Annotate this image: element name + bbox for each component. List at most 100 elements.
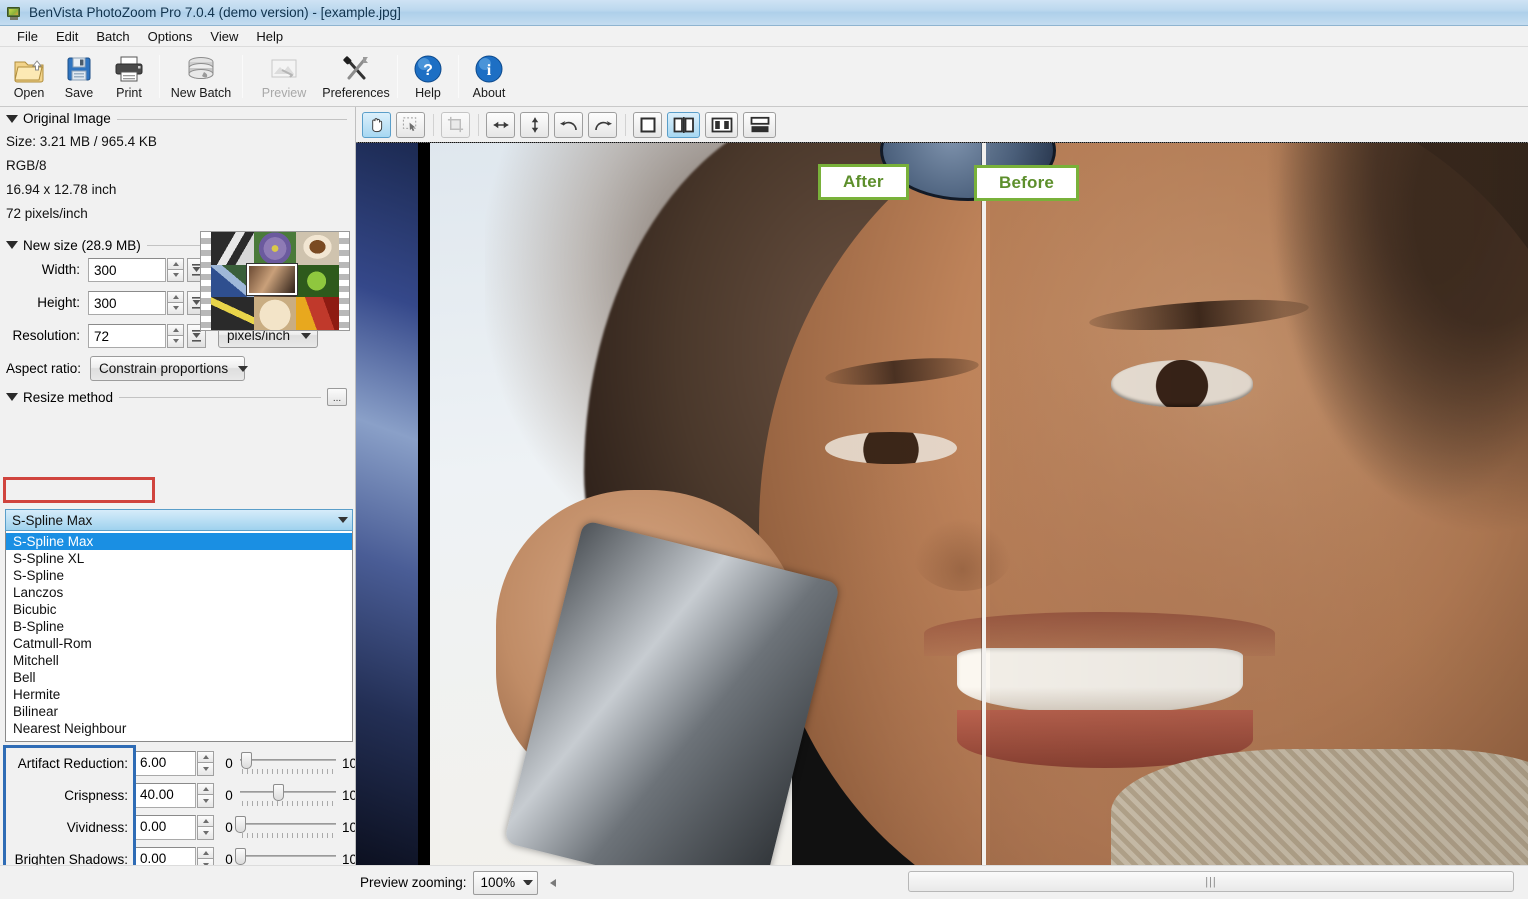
width-stepper[interactable] [167,257,184,282]
collapse-triangle-icon[interactable] [6,114,18,123]
artifact-reduction-stepper[interactable] [197,750,214,776]
main-body: Original Image Size: 3.21 MB / 965.4 KB … [0,107,1528,865]
resize-method-selected-value: S-Spline Max [12,512,93,528]
vividness-slider[interactable] [235,814,336,840]
scroll-left-arrow-icon[interactable] [550,878,557,887]
crispness-stepper-down[interactable] [197,795,214,808]
resolution-stepper-up[interactable] [167,323,184,336]
artifact-reduction-input[interactable]: 6.00 [134,750,196,776]
settings-panel: Original Image Size: 3.21 MB / 965.4 KB … [0,107,356,865]
resize-method-option-catmull-rom[interactable]: Catmull-Rom [6,635,352,652]
resize-method-option-b-spline[interactable]: B-Spline [6,618,352,635]
single-view-button[interactable] [633,111,662,138]
vividness-slider-knob[interactable] [235,816,246,833]
menu-batch[interactable]: Batch [87,27,138,46]
side-by-side-view-button[interactable] [705,111,738,138]
menu-edit[interactable]: Edit [47,27,87,46]
aspect-ratio-label: Aspect ratio: [6,361,82,376]
open-button[interactable]: Open [4,49,54,106]
collapse-triangle-icon-3[interactable] [6,393,18,401]
height-stepper[interactable] [167,290,184,315]
resize-method-option-mitchell[interactable]: Mitchell [6,652,352,669]
resize-method-option-lanczos[interactable]: Lanczos [6,584,352,601]
collapse-triangle-icon-2[interactable] [6,241,18,249]
resize-method-option-s-spline-xl[interactable]: S-Spline XL [6,550,352,567]
horizontal-scrollbar[interactable]: ||| [908,871,1514,892]
about-button[interactable]: i About [464,49,514,106]
resize-method-option-bicubic[interactable]: Bicubic [6,601,352,618]
brighten-shadows-stepper-up[interactable] [197,846,214,859]
artifact-reduction-max: 100 [342,755,355,771]
hand-pan-tool-button[interactable] [362,111,391,138]
resize-method-option-list[interactable]: S-Spline Max S-Spline XL S-Spline Lanczo… [5,531,353,742]
width-stepper-up[interactable] [167,257,184,270]
crispness-input[interactable]: 40.00 [134,782,196,808]
rotate-left-button[interactable] [554,111,583,138]
resolution-stepper[interactable] [167,323,184,348]
thumbnail-selection-rect[interactable] [246,263,298,296]
menu-options[interactable]: Options [139,27,202,46]
before-after-split-line[interactable] [982,143,987,865]
height-input[interactable]: 300 [88,290,166,315]
menu-view[interactable]: View [201,27,247,46]
help-button[interactable]: ? Help [403,49,453,106]
brighten-shadows-slider[interactable] [235,846,336,865]
preview-toolbar-separator [433,113,434,136]
svg-text:?: ? [423,62,433,79]
crispness-slider-knob[interactable] [273,784,285,801]
menu-file[interactable]: File [8,27,47,46]
resize-method-select[interactable]: S-Spline Max [5,509,353,531]
preview-black-divider [418,143,430,865]
crispness-slider[interactable] [240,782,336,808]
open-button-label: Open [13,86,45,100]
rotate-right-button[interactable] [588,111,617,138]
resolution-stepper-down[interactable] [167,335,184,348]
split-view-button[interactable] [667,111,700,138]
new-batch-button[interactable]: New Batch [165,49,237,106]
resolution-input[interactable]: 72 [88,323,166,348]
brighten-shadows-input[interactable]: 0.00 [134,846,196,865]
vividness-input[interactable]: 0.00 [134,814,196,840]
resize-method-option-s-spline-max[interactable]: S-Spline Max [6,533,352,550]
vividness-stepper-up[interactable] [197,814,214,827]
stacked-view-button[interactable] [743,111,776,138]
width-stepper-down[interactable] [167,269,184,282]
width-input[interactable]: 300 [88,257,166,282]
print-button[interactable]: Print [104,49,154,106]
artifact-reduction-slider[interactable] [240,750,336,776]
resize-method-option-bilinear[interactable]: Bilinear [6,703,352,720]
artifact-reduction-slider-knob[interactable] [240,752,252,769]
resize-method-options-button[interactable]: ... [327,388,347,406]
resize-method-section-header[interactable]: Resize method ... [0,384,355,408]
flip-vertical-button[interactable] [520,111,549,138]
aspect-ratio-select[interactable]: Constrain proportions [90,356,249,381]
resize-method-option-nearest-neighbour[interactable]: Nearest Neighbour [6,720,352,737]
menu-help[interactable]: Help [247,27,292,46]
resize-method-option-bell[interactable]: Bell [6,669,352,686]
vividness-stepper-down[interactable] [197,827,214,840]
preferences-button[interactable]: Preferences [320,49,392,106]
artifact-reduction-stepper-up[interactable] [197,750,214,763]
save-button[interactable]: Save [54,49,104,106]
resize-method-dropdown[interactable]: S-Spline Max S-Spline Max S-Spline XL S-… [5,509,353,742]
artifact-reduction-stepper-down[interactable] [197,763,214,776]
preview-zoom-select[interactable]: 100% [472,870,539,895]
vividness-stepper[interactable] [197,814,214,840]
image-thumbnail[interactable] [200,231,350,331]
marquee-select-tool-button[interactable] [396,111,425,138]
svg-text:i: i [487,62,492,79]
crispness-stepper[interactable] [197,782,214,808]
resize-method-option-s-spline[interactable]: S-Spline [6,567,352,584]
original-image-section-header[interactable]: Original Image [0,107,355,128]
app-icon [5,4,23,22]
brighten-shadows-stepper[interactable] [197,846,214,865]
crispness-stepper-up[interactable] [197,782,214,795]
scrollbar-grip[interactable]: ||| [1205,876,1217,888]
image-preview-canvas[interactable]: After Before [356,142,1528,865]
flip-horizontal-button[interactable] [486,111,515,138]
height-stepper-down[interactable] [167,302,184,315]
brighten-shadows-slider-knob[interactable] [235,848,246,865]
height-stepper-up[interactable] [167,290,184,303]
resize-method-option-hermite[interactable]: Hermite [6,686,352,703]
crispness-min: 0 [225,787,233,803]
